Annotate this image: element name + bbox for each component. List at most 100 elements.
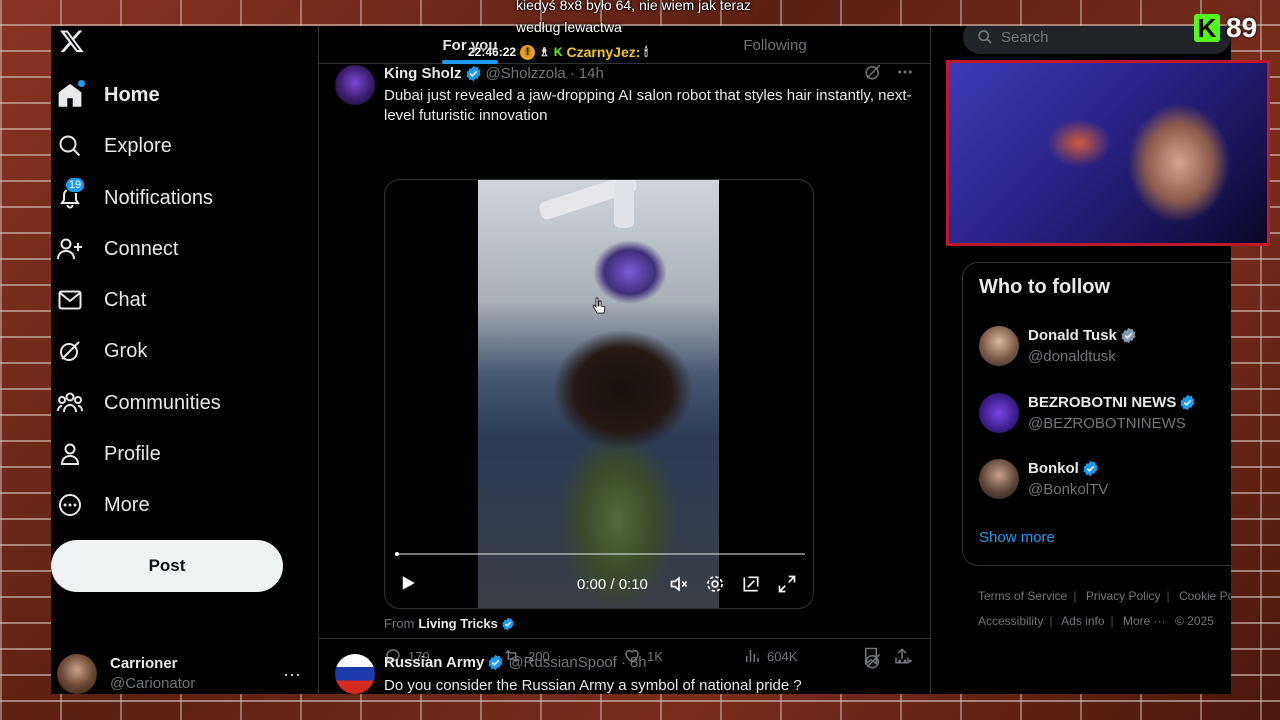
nav-explore-label: Explore: [104, 134, 172, 157]
more-circle-icon: [57, 492, 83, 518]
follow-suggestion[interactable]: Donald Tusk @donaldtusk: [979, 324, 1231, 368]
nav-connect[interactable]: Connect: [57, 227, 179, 271]
kick-viewer-counter: K 89: [1194, 12, 1257, 44]
chat-message-line: według lewactwa: [516, 19, 622, 35]
tweet-header-icons: [864, 63, 914, 81]
footer-terms[interactable]: Terms of Service: [978, 589, 1067, 603]
footer-privacy[interactable]: Privacy Policy: [1086, 589, 1161, 603]
tweet-video[interactable]: 0:00 / 0:10: [384, 179, 814, 609]
home-icon: [57, 80, 85, 108]
more-options-icon[interactable]: [896, 63, 914, 81]
more-options-icon[interactable]: [896, 652, 914, 670]
kick-logo-icon: K: [1194, 14, 1220, 42]
post-button[interactable]: Post: [51, 540, 283, 592]
tweet-header-icons: [864, 652, 914, 670]
person-icon: [57, 441, 83, 467]
suggestion-handle: @donaldtusk: [1028, 348, 1116, 365]
footer-ads[interactable]: Ads info: [1061, 614, 1104, 628]
play-icon[interactable]: [399, 574, 417, 592]
video-scrubber[interactable]: [395, 553, 805, 555]
search-placeholder: Search: [1001, 28, 1049, 46]
nav-more-label: More: [104, 493, 150, 516]
search-icon: [57, 133, 83, 159]
stream-chat-overlay: kiedyś 8x8 było 64, nie wiem jak teraz w…: [516, 0, 751, 38]
viewer-count: 89: [1226, 12, 1258, 43]
tweet-time[interactable]: 14h: [579, 65, 604, 82]
from-source-name[interactable]: Living Tricks: [418, 616, 497, 631]
grok-icon: [57, 338, 83, 364]
nav-profile[interactable]: Profile: [57, 432, 161, 476]
tweet-author-name[interactable]: King Sholz: [384, 65, 462, 82]
notifications-badge: 19: [65, 177, 85, 193]
picture-in-picture-icon[interactable]: [741, 574, 761, 594]
footer-cookie[interactable]: Cookie Po: [1179, 589, 1231, 603]
nav-home-label: Home: [104, 83, 160, 106]
tweet[interactable]: King Sholz @Sholzzola · 14h Dubai just r…: [319, 63, 930, 665]
video-scrubber-handle[interactable]: [395, 552, 399, 556]
suggestion-avatar: [979, 459, 1019, 499]
verified-badge-icon: [465, 65, 481, 82]
active-tab-indicator: [442, 60, 498, 64]
tweet[interactable]: Russian Army @RussianSpoof · 8h Do you c…: [319, 652, 930, 694]
verified-badge-icon: [1083, 460, 1098, 477]
kick-badge-icon: K: [553, 45, 563, 59]
home-unread-dot: [78, 80, 85, 87]
warning-badge-icon: !: [520, 44, 536, 60]
chat-emote-icon: ♗: [539, 45, 550, 59]
tweet-author-handle[interactable]: @RussianSpoof: [508, 654, 617, 671]
search-input[interactable]: Search: [963, 26, 1231, 54]
search-icon: [978, 30, 992, 44]
nav-explore[interactable]: Explore: [57, 124, 172, 168]
nav-chat[interactable]: Chat: [57, 278, 146, 322]
volume-muted-icon[interactable]: [669, 574, 689, 594]
who-to-follow-title: Who to follow: [979, 276, 1111, 298]
who-to-follow-panel: Who to follow Donald Tusk @donaldtusk BE…: [962, 262, 1231, 566]
nav-grok[interactable]: Grok: [57, 329, 147, 373]
follow-suggestion[interactable]: BEZROBOTNI NEWS @BEZROBOTNINEWS: [979, 391, 1231, 435]
footer-copyright: © 2025: [1175, 614, 1214, 628]
tweet-author-avatar[interactable]: [335, 654, 375, 694]
video-controls: [669, 574, 797, 594]
more-dots-icon[interactable]: ···: [283, 664, 301, 685]
x-logo-icon[interactable]: [59, 28, 85, 54]
dot-separator: ·: [620, 654, 626, 671]
tweet-time[interactable]: 8h: [630, 654, 647, 671]
nav-notifications-label: Notifications: [104, 186, 213, 209]
nav-chat-label: Chat: [104, 288, 147, 311]
hand-cursor-icon: [592, 297, 606, 314]
tweet-author-handle[interactable]: @Sholzzola: [486, 65, 566, 82]
tweet-author-name[interactable]: Russian Army: [384, 654, 484, 671]
settings-gear-icon[interactable]: [705, 574, 725, 594]
tweet-header: King Sholz @Sholzzola · 14h: [384, 65, 604, 82]
tweet-author-avatar[interactable]: [335, 65, 375, 105]
account-switcher[interactable]: Carrioner @Carionator ···: [57, 654, 301, 694]
video-source: From Living Tricks: [384, 616, 515, 631]
grok-explain-icon[interactable]: [864, 63, 882, 81]
suggestion-name: Bonkol: [1028, 460, 1079, 477]
video-frame: [478, 180, 719, 608]
nav-notifications[interactable]: 19 Notifications: [57, 176, 213, 220]
nav-communities[interactable]: Communities: [57, 381, 221, 425]
timeline-column: For you Following King Sholz @Sholzzola …: [318, 26, 931, 694]
follow-suggestion[interactable]: Bonkol @BonkolTV: [979, 457, 1231, 501]
grok-explain-icon[interactable]: [864, 652, 882, 670]
verified-gray-badge-icon: [1121, 327, 1136, 344]
person-plus-icon: [57, 236, 83, 262]
suggestion-name: BEZROBOTNI NEWS: [1028, 394, 1177, 411]
account-handle: @Carionator: [110, 675, 196, 692]
chat-emote-icon: 🕯: [644, 44, 648, 59]
tweet-header: Russian Army @RussianSpoof · 8h: [384, 654, 647, 671]
dot-separator: ·: [569, 65, 575, 82]
nav-home[interactable]: Home: [57, 73, 160, 117]
tweet-divider: [319, 638, 930, 639]
account-name: Carrioner: [110, 655, 178, 672]
footer-accessibility[interactable]: Accessibility: [978, 614, 1043, 628]
chat-message-header: 22:46:22 ! ♗ K CzarnyJez: 🕯: [468, 44, 648, 60]
video-time: 0:00 / 0:10: [577, 576, 648, 593]
show-more-link[interactable]: Show more: [979, 529, 1055, 546]
bell-icon: 19: [57, 177, 85, 211]
footer-more[interactable]: More ···: [1123, 614, 1166, 628]
nav-more[interactable]: More: [57, 483, 150, 527]
fullscreen-icon[interactable]: [777, 574, 797, 594]
chat-message-line: kiedyś 8x8 było 64, nie wiem jak teraz: [516, 0, 751, 13]
